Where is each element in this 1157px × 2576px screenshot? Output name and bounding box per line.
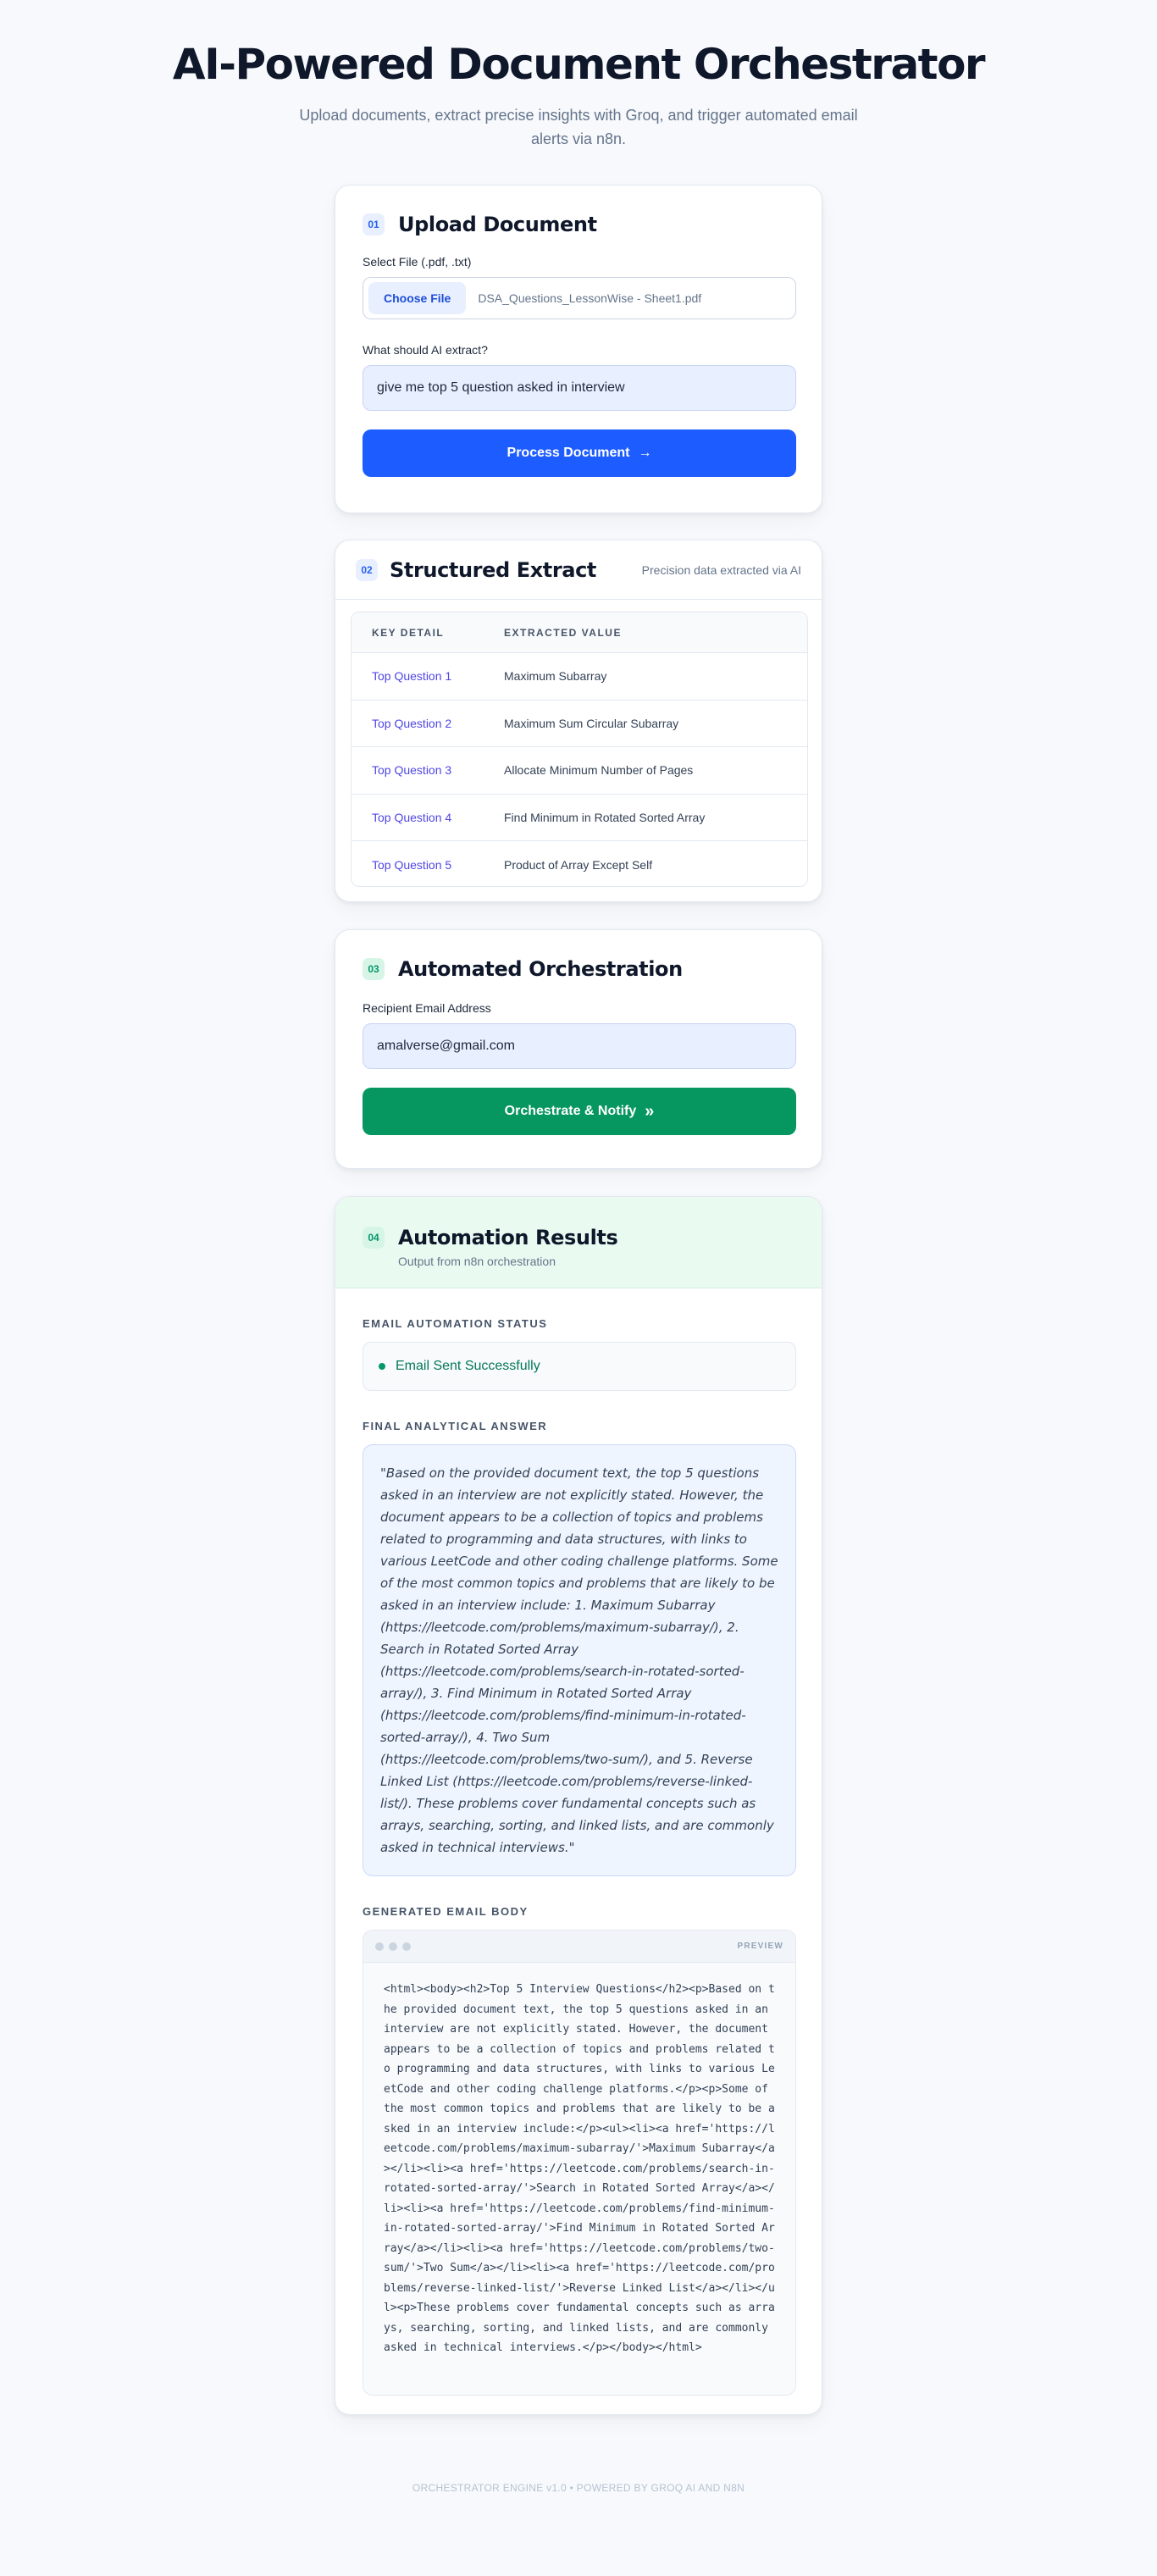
- prompt-input[interactable]: give me top 5 question asked in intervie…: [363, 365, 796, 411]
- process-document-button[interactable]: Process Document →: [363, 429, 796, 477]
- footer: ORCHESTRATOR ENGINE v1.0 • POWERED BY GR…: [412, 2482, 745, 2494]
- step-badge: 01: [363, 213, 385, 235]
- choose-file-button[interactable]: Choose File: [368, 282, 467, 314]
- window-dot-icon: [389, 1942, 397, 1951]
- results-card-header: 04 Automation Results Output from n8n or…: [335, 1197, 822, 1288]
- file-label: Select File (.pdf, .txt): [363, 255, 472, 269]
- upload-card: 01 Upload Document Select File (.pdf, .t…: [335, 185, 822, 513]
- file-name: DSA_Questions_LessonWise - Sheet1.pdf: [478, 291, 702, 305]
- orchestrate-notify-button[interactable]: Orchestrate & Notify »: [363, 1088, 796, 1135]
- row-value: Maximum Sum Circular Subarray: [504, 716, 679, 730]
- table-row: Top Question 2 Maximum Sum Circular Suba…: [352, 701, 807, 747]
- column-header-value: EXTRACTED VALUE: [504, 626, 622, 639]
- row-value: Allocate Minimum Number of Pages: [504, 763, 694, 778]
- table-row: Top Question 4 Find Minimum in Rotated S…: [352, 795, 807, 841]
- page-subtitle: Upload documents, extract precise insigh…: [299, 107, 858, 147]
- row-key: Top Question 3: [372, 763, 452, 778]
- upload-card-header: 01 Upload Document: [363, 213, 794, 236]
- file-input[interactable]: Choose File DSA_Questions_LessonWise - S…: [363, 277, 796, 319]
- row-key: Top Question 4: [372, 810, 452, 824]
- orchestration-card: 03 Automated Orchestration Recipient Ema…: [335, 929, 822, 1169]
- email-body-section-label: GENERATED EMAIL BODY: [363, 1905, 529, 1918]
- table-row: Top Question 5 Product of Array Except S…: [352, 841, 807, 886]
- card-title: Upload Document: [398, 213, 597, 236]
- card-title: Automated Orchestration: [398, 957, 683, 981]
- row-value: Product of Array Except Self: [504, 857, 653, 872]
- email-preview: PREVIEW <html><body><h2>Top 5 Interview …: [363, 1930, 796, 2396]
- email-label: Recipient Email Address: [363, 1001, 491, 1015]
- step-badge: 03: [363, 958, 385, 980]
- orchestration-card-header: 03 Automated Orchestration: [363, 957, 794, 981]
- double-chevron-right-icon: »: [645, 1101, 655, 1121]
- row-value: Find Minimum in Rotated Sorted Array: [504, 810, 706, 824]
- page-title: AI-Powered Document Orchestrator: [172, 40, 986, 89]
- email-preview-bar: PREVIEW: [363, 1931, 795, 1963]
- column-header-key: KEY DETAIL: [372, 626, 445, 639]
- extract-card-header: 02 Structured Extract Precision data ext…: [335, 540, 822, 600]
- results-card: 04 Automation Results Output from n8n or…: [335, 1196, 822, 2415]
- status-dot-icon: [379, 1363, 385, 1370]
- page: AI-Powered Document Orchestrator Upload …: [0, 0, 1157, 2576]
- window-dot-icon: [375, 1942, 384, 1951]
- table-row: Top Question 1 Maximum Subarray: [352, 653, 807, 701]
- step-badge: 04: [363, 1227, 385, 1249]
- email-field[interactable]: amalverse@gmail.com: [363, 1023, 796, 1069]
- status-badge: Email Sent Successfully: [363, 1342, 796, 1391]
- arrow-right-icon: →: [638, 446, 652, 460]
- button-label: Process Document: [507, 446, 630, 460]
- extract-card: 02 Structured Extract Precision data ext…: [335, 540, 822, 902]
- answer-section-label: FINAL ANALYTICAL ANSWER: [363, 1420, 548, 1432]
- hero: AI-Powered Document Orchestrator Upload …: [0, 39, 1157, 151]
- row-value: Maximum Subarray: [504, 669, 607, 684]
- status-text: Email Sent Successfully: [396, 1359, 540, 1373]
- window-dot-icon: [402, 1942, 411, 1951]
- row-key: Top Question 2: [372, 716, 452, 730]
- row-key: Top Question 1: [372, 669, 452, 684]
- card-subtitle: Output from n8n orchestration: [398, 1255, 556, 1268]
- table-header: KEY DETAIL EXTRACTED VALUE: [352, 612, 807, 653]
- results-body: EMAIL AUTOMATION STATUS Email Sent Succe…: [335, 1288, 822, 2396]
- prompt-label: What should AI extract?: [363, 343, 488, 357]
- card-subtitle: Precision data extracted via AI: [641, 562, 801, 577]
- row-key: Top Question 5: [372, 857, 452, 872]
- preview-tag: PREVIEW: [737, 1942, 783, 1951]
- step-badge: 02: [356, 558, 378, 581]
- analytical-answer: "Based on the provided document text, th…: [363, 1444, 796, 1876]
- table-row: Top Question 3 Allocate Minimum Number o…: [352, 747, 807, 795]
- results-title-row: 04 Automation Results: [363, 1226, 794, 1249]
- status-section-label: EMAIL AUTOMATION STATUS: [363, 1317, 548, 1330]
- card-title: Automation Results: [398, 1226, 618, 1249]
- button-label: Orchestrate & Notify: [504, 1104, 637, 1118]
- card-title: Structured Extract: [390, 557, 596, 582]
- email-body-code: <html><body><h2>Top 5 Interview Question…: [363, 1963, 795, 2395]
- extract-table: KEY DETAIL EXTRACTED VALUE Top Question …: [351, 612, 808, 887]
